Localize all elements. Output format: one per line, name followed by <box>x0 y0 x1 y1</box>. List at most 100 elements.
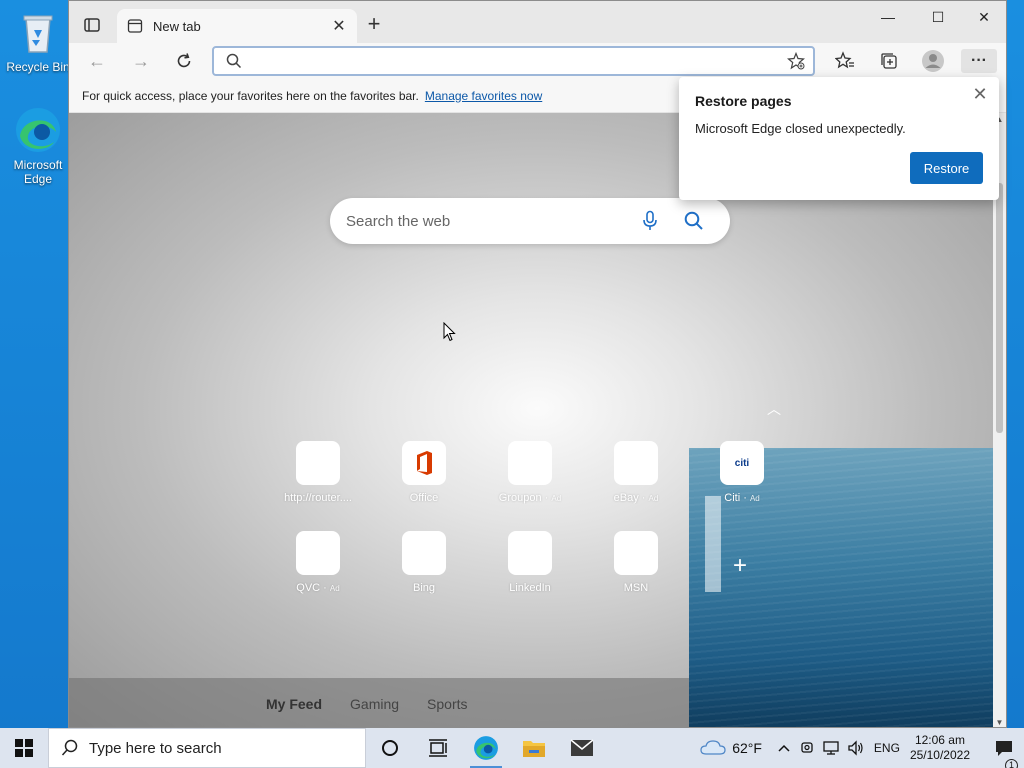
profile-avatar-icon[interactable] <box>921 49 945 73</box>
desktop-icon-edge[interactable]: Microsoft Edge <box>5 106 71 186</box>
taskbar-search-placeholder: Type here to search <box>89 739 222 757</box>
chevron-up-icon[interactable] <box>772 744 796 752</box>
task-view-icon[interactable] <box>414 728 462 768</box>
vertical-scrollbar[interactable]: ▲ ▼ <box>993 113 1006 727</box>
back-arrow-icon[interactable]: ← <box>85 49 109 73</box>
restore-button[interactable]: Restore <box>910 152 983 184</box>
tile-label: Groupon <box>498 492 542 504</box>
microphone-icon[interactable] <box>638 209 662 233</box>
citi-logo-text: citi <box>734 457 750 469</box>
title-bar: New tab ✕ + — ☐ ✕ <box>69 1 1006 43</box>
weather-widget[interactable]: 62°F <box>700 739 762 758</box>
toolbar: ← → ··· <box>69 43 1006 79</box>
ad-badge: Ad <box>648 494 659 503</box>
tile-label: eBay <box>613 492 639 504</box>
quick-link-tile[interactable]: MSN <box>596 531 676 594</box>
clock[interactable]: 12:06 am 25/10/2022 <box>910 733 970 763</box>
tile-scroll-indicator <box>705 496 721 592</box>
quick-link-tile[interactable]: http://router.... <box>278 441 358 504</box>
edge-taskbar-icon[interactable] <box>462 728 510 768</box>
tile-icon <box>296 441 340 485</box>
office-icon <box>402 441 446 485</box>
tab-actions-icon[interactable] <box>81 14 103 36</box>
feed-tab-bar: My Feed Gaming Sports <box>69 678 689 727</box>
tile-label: Bing <box>412 582 436 594</box>
edge-label: Microsoft Edge <box>13 158 63 186</box>
search-icon <box>61 739 79 757</box>
meet-now-icon[interactable] <box>796 740 820 756</box>
recycle-bin-label: Recycle Bin <box>6 60 70 74</box>
quick-link-tile[interactable]: Office <box>384 441 464 504</box>
favorites-icon[interactable] <box>833 49 857 73</box>
tile-icon <box>508 441 552 485</box>
tab-title: New tab <box>153 18 201 34</box>
ad-badge: Ad <box>749 494 760 503</box>
tile-label: MSN <box>623 582 649 594</box>
scroll-down-icon[interactable]: ▼ <box>995 718 1004 727</box>
forward-arrow-icon[interactable]: → <box>129 49 153 73</box>
restore-dialog-message: Microsoft Edge closed unexpectedly. <box>695 121 906 136</box>
add-favorite-star-icon[interactable] <box>787 51 805 75</box>
quick-link-tile[interactable]: Groupon · Ad <box>490 441 570 504</box>
cloud-icon <box>700 739 726 758</box>
quick-link-tile[interactable]: eBay · Ad <box>596 441 676 504</box>
address-input[interactable] <box>254 52 774 72</box>
start-windows-icon[interactable] <box>0 728 48 768</box>
taskbar-search-box[interactable]: Type here to search <box>48 728 366 768</box>
favorites-bar-message: For quick access, place your favorites h… <box>82 88 419 103</box>
tile-icon <box>614 441 658 485</box>
cortana-circle-icon[interactable] <box>366 728 414 768</box>
restore-dialog-title: Restore pages <box>695 93 792 109</box>
network-icon[interactable] <box>820 740 844 756</box>
new-tab-page: ︿ http://router.... Office Groupon · Ad <box>69 113 1006 727</box>
collections-icon[interactable] <box>877 49 901 73</box>
tile-label: http://router.... <box>284 492 352 504</box>
taskbar: Type here to search 62°F ENG 12:06 am 25… <box>0 728 1024 768</box>
web-search-box[interactable] <box>330 198 730 244</box>
tile-icon <box>508 531 552 575</box>
mail-icon[interactable] <box>558 728 606 768</box>
file-explorer-icon[interactable] <box>510 728 558 768</box>
address-bar[interactable] <box>212 46 815 76</box>
tile-icon <box>614 531 658 575</box>
weather-temperature: 62°F <box>732 740 762 756</box>
edge-icon <box>14 106 62 154</box>
quick-link-tile[interactable]: QVC · Ad <box>278 531 358 594</box>
mouse-cursor-icon <box>443 321 457 347</box>
quick-link-tile[interactable]: citi Citi · Ad <box>702 441 782 504</box>
tile-label: LinkedIn <box>509 582 551 594</box>
more-menu-icon[interactable]: ··· <box>961 49 997 73</box>
add-site-plus-icon[interactable]: + <box>729 554 751 578</box>
maximize-icon[interactable]: ☐ <box>915 5 961 29</box>
minimize-icon[interactable]: — <box>865 5 911 29</box>
ad-badge: Ad <box>329 584 340 593</box>
clock-time: 12:06 am <box>914 733 965 747</box>
language-indicator[interactable]: ENG <box>874 741 900 755</box>
close-icon[interactable]: ✕ <box>971 85 989 103</box>
tab-gaming[interactable]: Gaming <box>350 696 399 712</box>
scrollbar-thumb[interactable] <box>996 183 1003 433</box>
volume-icon[interactable] <box>844 740 868 756</box>
notification-center-icon[interactable]: 1 <box>984 739 1024 768</box>
tab-close-icon[interactable]: ✕ <box>331 18 347 35</box>
tab-my-feed[interactable]: My Feed <box>266 696 322 712</box>
tab-sports[interactable]: Sports <box>427 696 467 712</box>
quick-link-tile[interactable]: LinkedIn <box>490 531 570 594</box>
system-tray: 62°F ENG 12:06 am 25/10/2022 1 <box>700 728 1024 768</box>
tab-new-tab[interactable]: New tab ✕ <box>117 9 357 43</box>
citi-logo-icon: citi <box>720 441 764 485</box>
desktop-icon-recycle-bin[interactable]: Recycle Bin <box>5 8 71 74</box>
search-icon[interactable] <box>682 209 706 233</box>
close-window-icon[interactable]: ✕ <box>961 5 1006 29</box>
tile-icon <box>402 531 446 575</box>
manage-favorites-link[interactable]: Manage favorites now <box>425 89 542 103</box>
tile-label: Office <box>409 492 439 504</box>
quick-link-tile[interactable]: Bing <box>384 531 464 594</box>
tile-icon <box>296 531 340 575</box>
restore-pages-dialog: Restore pages Microsoft Edge closed unex… <box>679 77 999 200</box>
refresh-icon[interactable] <box>172 49 196 73</box>
tile-label: QVC <box>296 582 321 594</box>
chevron-up-icon[interactable]: ︿ <box>767 399 783 417</box>
new-tab-plus-icon[interactable]: + <box>363 13 385 35</box>
web-search-input[interactable] <box>346 210 626 232</box>
